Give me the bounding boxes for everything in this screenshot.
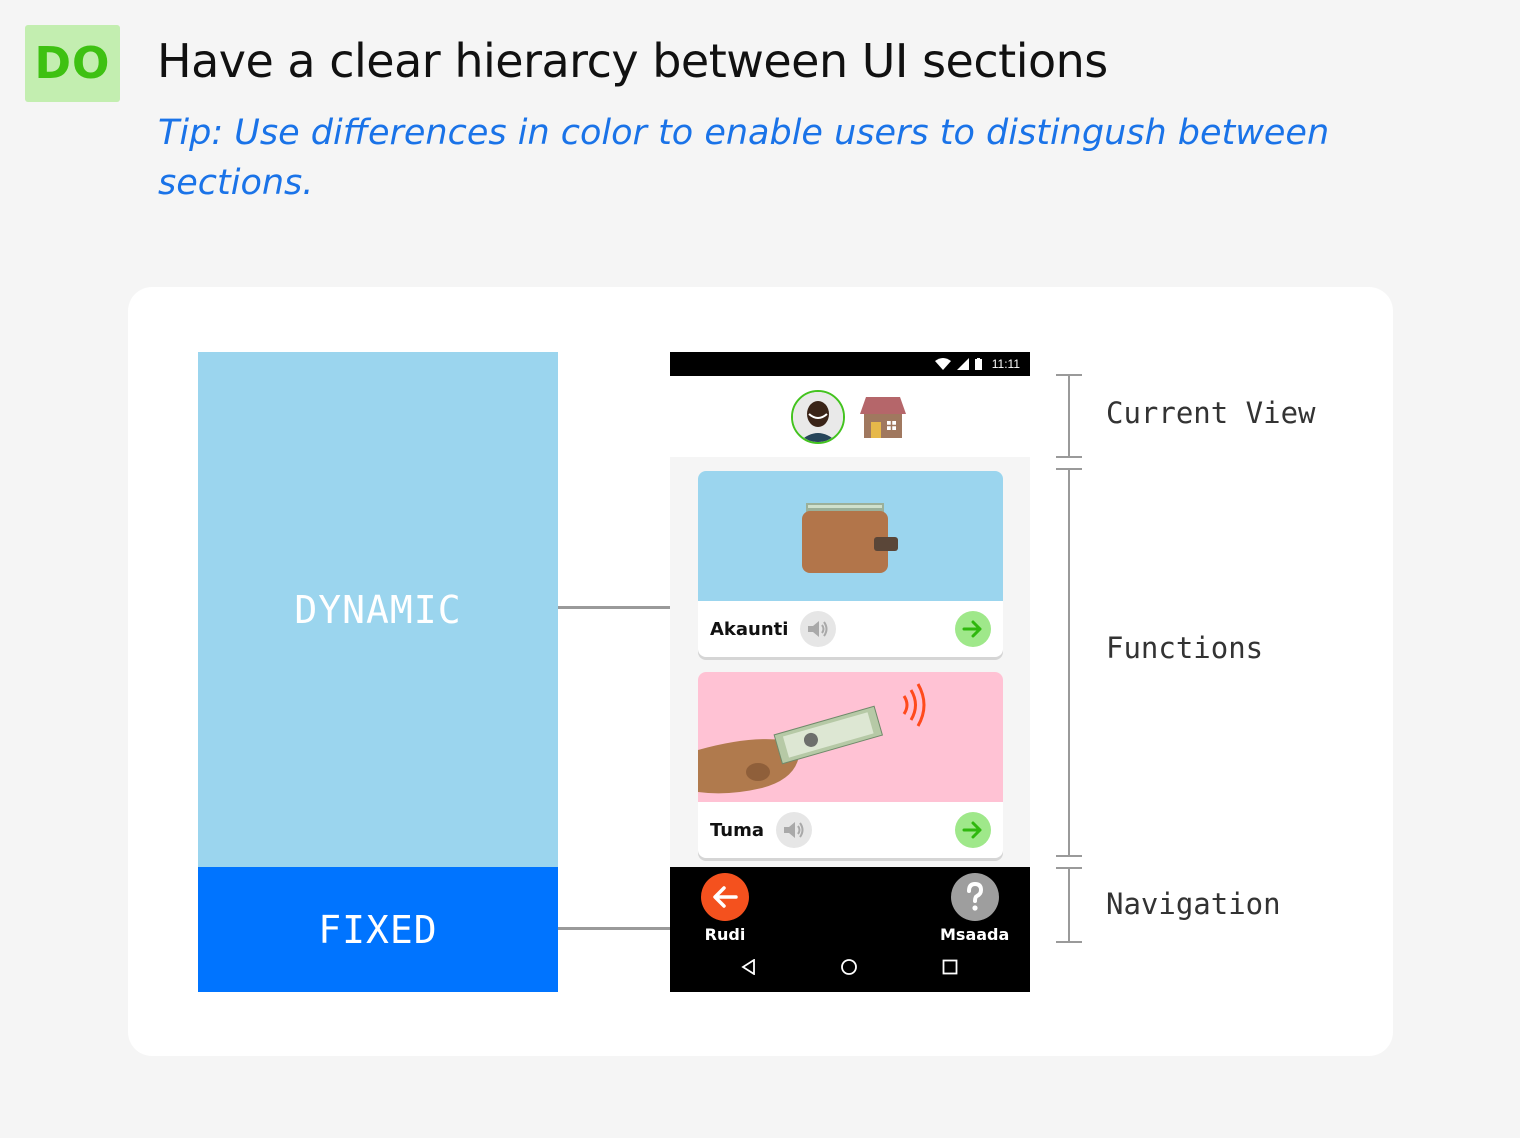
card-row: Akaunti: [698, 601, 1003, 657]
back-arrow-icon: [701, 873, 749, 921]
wallet-icon: [802, 503, 898, 573]
status-bar: 11:11: [670, 352, 1030, 376]
speaker-icon[interactable]: [800, 611, 837, 647]
dynamic-connector: [558, 606, 670, 609]
fixed-label: FIXED: [318, 907, 438, 952]
wifi-icon: [934, 358, 951, 370]
card-row: Tuma: [698, 802, 1003, 858]
arrow-right-icon[interactable]: [955, 812, 991, 848]
fixed-connector: [558, 927, 670, 930]
functions-bracket: [1056, 468, 1082, 857]
dynamic-block: DYNAMIC: [198, 352, 558, 868]
card-image: [698, 672, 1003, 802]
tip-text: Tip: Use differences in color to enable …: [158, 113, 1330, 203]
system-recents-icon[interactable]: [942, 959, 958, 975]
help-label: Msaada: [940, 925, 1010, 944]
current-view-bracket: [1056, 374, 1082, 458]
page-title: Have a clear hierarcy between UI section…: [157, 34, 1108, 88]
battery-icon: [974, 358, 982, 370]
hand-money-icon: [698, 683, 926, 794]
phone-mockup: 11:11 Akaunti Tuma Rudi Msaada: [670, 352, 1030, 992]
system-back-icon[interactable]: [741, 959, 757, 975]
navigation-bar: Rudi Msaada: [670, 867, 1030, 992]
card-label-tuma: Tuma: [710, 819, 765, 841]
dynamic-label: DYNAMIC: [294, 588, 462, 632]
function-card-akaunti[interactable]: Akaunti: [698, 471, 1003, 657]
arrow-right-icon[interactable]: [955, 611, 991, 647]
avatar[interactable]: [791, 389, 845, 444]
back-label: Rudi: [704, 925, 746, 944]
card-image: [698, 471, 1003, 601]
card-label-akaunti: Akaunti: [710, 618, 789, 640]
signal-icon: [956, 358, 969, 370]
do-badge: DO: [25, 25, 120, 102]
home-icon[interactable]: [857, 394, 909, 440]
current-view-label: Current View: [1106, 396, 1316, 430]
system-home-icon[interactable]: [840, 958, 858, 976]
system-nav: [670, 955, 1030, 979]
speaker-icon[interactable]: [776, 812, 813, 848]
function-card-tuma[interactable]: Tuma: [698, 672, 1003, 858]
user-photo-icon: [793, 391, 843, 442]
current-view-bar: [670, 376, 1030, 457]
help-button[interactable]: Msaada: [940, 873, 1009, 944]
navigation-label: Navigation: [1106, 887, 1281, 921]
navigation-bracket: [1056, 867, 1082, 943]
status-time: 11:11: [991, 357, 1020, 371]
functions-label: Functions: [1106, 631, 1264, 665]
help-icon: [950, 873, 999, 921]
fixed-block: FIXED: [198, 867, 558, 992]
back-button[interactable]: Rudi: [701, 873, 749, 944]
